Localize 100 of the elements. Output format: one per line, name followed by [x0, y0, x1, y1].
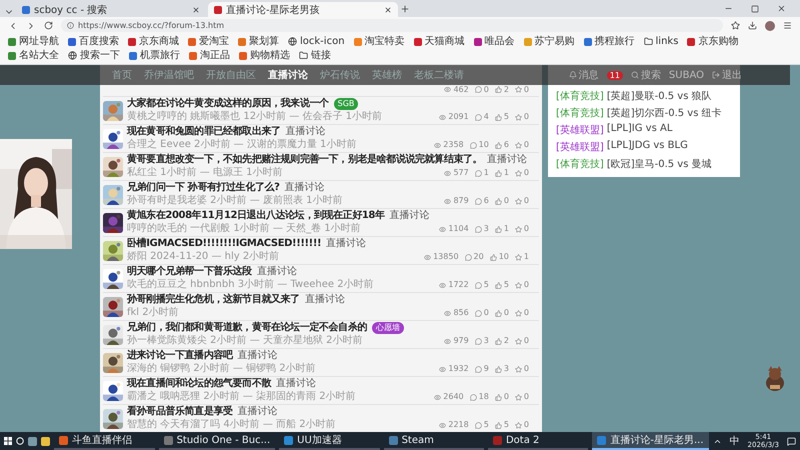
profile-avatar[interactable]: [765, 20, 775, 30]
match-link[interactable]: [欧冠]皇马-0.5 vs 曼城: [606, 157, 712, 171]
refresh-icon[interactable]: [44, 21, 53, 30]
view-count: 879: [453, 195, 469, 207]
bookmark[interactable]: 聚划算: [238, 35, 279, 48]
favorite-count: 0: [524, 223, 529, 235]
thread-title[interactable]: 看孙哥品普乐简直是享受: [127, 406, 233, 418]
match-link[interactable]: [LPL]JDG vs BLG: [606, 140, 688, 154]
comment-count: 3: [484, 223, 489, 235]
close-icon[interactable]: [192, 6, 200, 14]
thread-title[interactable]: 兄弟们问一下 孙哥有打过生化了么?: [127, 182, 280, 194]
input-method[interactable]: 中: [730, 434, 740, 448]
thread-title[interactable]: 兄弟们，我们都和黄哥道歉，黄哥在论坛一定不会自杀的: [127, 322, 368, 334]
thread-title[interactable]: 黄哥要直想改变一下，不如先把赌注规则完善一下，别老是啥都说说完就算结束了。: [127, 154, 482, 166]
thread-meta: 孙一棒觉陈黄矮尖 2小时前 — 天童亦星地狱 2小时前: [127, 335, 362, 347]
forum-tag[interactable]: 直播讨论: [304, 294, 345, 306]
bookmark[interactable]: 购物精选: [239, 49, 290, 62]
thread-title[interactable]: 黄旭东在2008年11月12日退出八达论坛，到现在正好18年: [127, 210, 385, 222]
download-icon[interactable]: [748, 21, 757, 30]
taskbar-app[interactable]: 斗鱼直播伴侣: [54, 432, 155, 450]
bookmark[interactable]: 搜索一下: [68, 49, 120, 62]
new-tab-icon[interactable]: [400, 4, 410, 14]
taskbar-app[interactable]: 直播讨论-星际老男...: [592, 432, 709, 450]
logout-icon: [712, 71, 720, 79]
bookmark[interactable]: links: [644, 35, 678, 48]
bookmark[interactable]: 携程旅行: [584, 35, 635, 48]
app-icon[interactable]: [28, 436, 38, 446]
thumbs-up-icon: [490, 254, 497, 260]
match-link[interactable]: [英超]切尔西-0.5 vs 纽卡: [606, 106, 722, 120]
bookmark[interactable]: 天猫商城: [414, 35, 465, 48]
star-icon[interactable]: [731, 21, 740, 30]
match-link[interactable]: [LPL]IG vs AL: [606, 123, 672, 137]
match-link[interactable]: [英超]曼联-0.5 vs 狼队: [606, 89, 712, 103]
forum-tag[interactable]: 直播讨论: [276, 378, 316, 390]
thread-title[interactable]: 明天哪个兄弟帮一下普乐这段: [127, 266, 252, 278]
bookmark[interactable]: 苏宁易购: [524, 35, 575, 48]
comment-icon: [474, 338, 482, 344]
category-label: [体育竞技]: [556, 90, 604, 103]
thread-title[interactable]: 卧槽IGMACSED!!!!!!!!IGMACSED!!!!!!!: [127, 238, 322, 250]
close-icon[interactable]: [777, 4, 786, 13]
taskbar-app[interactable]: Steam: [384, 432, 484, 450]
taskbar-app[interactable]: Studio One - Buc...: [158, 432, 276, 450]
nav-link[interactable]: 直播讨论: [268, 68, 308, 82]
thumbs-up-icon: [494, 142, 502, 148]
bookmark[interactable]: 名站大全: [8, 49, 59, 62]
browser-tab[interactable]: scboy cc - 搜索: [16, 2, 206, 17]
forum-tag[interactable]: 直播讨论: [238, 406, 278, 418]
thread-meta: 黄桃之哼哼的 姚斯曦墨也 12小时前 — 佐会吞子 1小时前: [127, 111, 382, 123]
bookmark[interactable]: 百度搜索: [68, 35, 119, 48]
site-icon: [22, 6, 30, 14]
like-count: 0: [504, 195, 509, 207]
site-icon: [584, 38, 592, 46]
thread-meta: fkl 2小时前: [127, 307, 179, 319]
search-icon[interactable]: [16, 436, 24, 446]
thread-title[interactable]: 孙哥刚播完生化危机，这新节目就又来了: [127, 294, 300, 306]
comment-icon: [474, 86, 482, 93]
notification-icon[interactable]: [787, 436, 796, 446]
like-count: 5: [504, 419, 509, 431]
bookmark[interactable]: 京东商城: [128, 35, 179, 48]
close-icon[interactable]: [384, 6, 392, 14]
bookmark[interactable]: lock-icon: [288, 35, 345, 48]
taskbar-app[interactable]: UU加速器: [279, 432, 380, 450]
comment-count: 3: [484, 335, 489, 347]
maximize-icon[interactable]: [751, 4, 759, 13]
forum-tag[interactable]: 直播讨论: [284, 182, 324, 194]
forum-tag[interactable]: 直播讨论: [286, 126, 326, 138]
bookmark[interactable]: 淘宝特卖: [354, 35, 405, 48]
bookmark[interactable]: 链接: [299, 49, 331, 62]
comment-icon: [474, 226, 482, 232]
favorite-count: 0: [524, 139, 529, 151]
star-icon: [514, 394, 522, 400]
bookmark[interactable]: 京东购物: [687, 35, 738, 48]
bookmark[interactable]: 爱淘宝: [188, 35, 229, 48]
thread-title[interactable]: 现在黄哥和兔圆的罪已经都取出来了: [127, 126, 281, 138]
like-count: 5: [504, 279, 509, 291]
bookmark[interactable]: 机票旅行: [129, 49, 180, 62]
bookmark[interactable]: 淘正品: [189, 49, 230, 62]
eye-icon: [444, 310, 452, 316]
forum-tag[interactable]: 直播讨论: [487, 154, 528, 166]
taskbar-app[interactable]: Dota 2: [488, 432, 588, 450]
view-count: 2640: [443, 391, 464, 403]
app-icon: [284, 436, 294, 444]
thread-tag[interactable]: 心愿墙: [372, 322, 404, 334]
windows-icon[interactable]: [4, 436, 12, 446]
star-icon: [514, 310, 522, 316]
forum-tag[interactable]: 直播讨论: [390, 210, 430, 222]
bookmark[interactable]: 唯品会: [474, 35, 515, 48]
browser-tab[interactable]: 直播讨论-星际老男孩: [208, 2, 398, 17]
forum-tag[interactable]: 直播讨论: [238, 350, 278, 362]
forum-tag[interactable]: 直播讨论: [326, 238, 366, 250]
eye-icon: [444, 338, 452, 344]
menu-icon[interactable]: [783, 21, 792, 30]
address-field[interactable]: https://www.scboy.cc/?forum-13.htm: [61, 19, 723, 32]
favorite-count: 0: [524, 419, 529, 431]
thread-title[interactable]: 进来讨论一下直播内容吧: [127, 350, 233, 362]
app-icon: [59, 436, 68, 444]
forum-tag[interactable]: 直播讨论: [256, 266, 297, 278]
thread-title[interactable]: 现在直播间和论坛的怨气要而不散: [127, 378, 272, 390]
bookmark[interactable]: 网址导航: [8, 35, 59, 48]
thread-title[interactable]: 大家都在讨论牛黄变成这样的原因，我来说一个: [127, 98, 329, 110]
